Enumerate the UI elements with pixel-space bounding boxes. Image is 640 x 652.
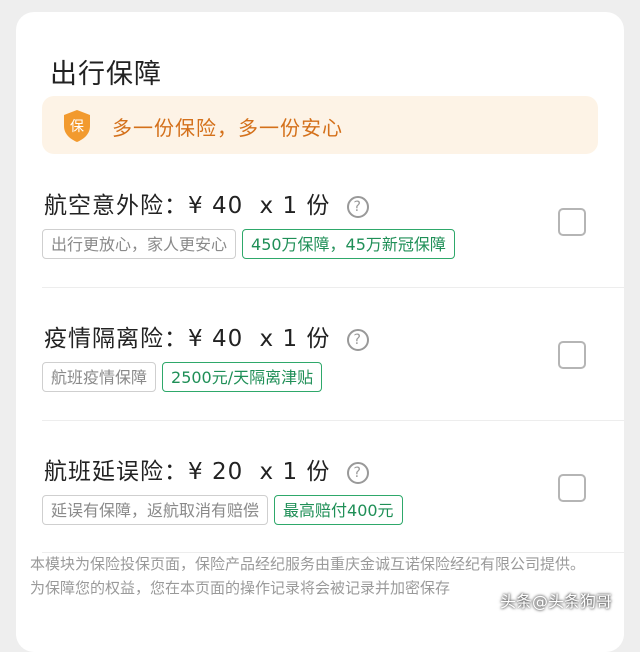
help-icon[interactable]: ? <box>346 329 369 351</box>
tag-highlight: 450万保障，45万新冠保障 <box>242 229 455 259</box>
product-title: 航班延误险：¥ 20 x 1 份 ? <box>44 452 369 486</box>
product-name: 疫情隔离险： <box>44 326 188 352</box>
section-title: 出行保障 <box>50 59 162 90</box>
product-title: 航空意外险：¥ 40 x 1 份 ? <box>44 186 369 220</box>
product-tags: 出行更放心，家人更安心 450万保障，45万新冠保障 <box>42 229 461 259</box>
product-tags: 航班疫情保障 2500元/天隔离津贴 <box>42 362 328 392</box>
product-name: 航空意外险： <box>44 193 188 219</box>
tag-description: 出行更放心，家人更安心 <box>42 229 237 259</box>
product-price: ¥ 40 <box>188 326 244 352</box>
product-quantity: x 1 份 <box>259 326 331 352</box>
product-name: 航班延误险： <box>44 459 188 485</box>
promo-banner: 保 多一份保险，多一份安心 <box>42 96 598 154</box>
banner-text: 多一份保险，多一份安心 <box>112 116 343 140</box>
select-checkbox[interactable] <box>558 341 586 369</box>
insurance-item-quarantine: 疫情隔离险：¥ 40 x 1 份 ? 航班疫情保障 2500元/天隔离津贴 <box>16 319 624 441</box>
tag-description: 航班疫情保障 <box>42 362 157 392</box>
product-title: 疫情隔离险：¥ 40 x 1 份 ? <box>44 319 369 353</box>
watermark: 头条@头条狗哥 <box>500 592 613 611</box>
product-quantity: x 1 份 <box>259 193 331 219</box>
product-price: ¥ 20 <box>188 459 244 485</box>
help-icon[interactable]: ? <box>346 462 369 484</box>
select-checkbox[interactable] <box>558 474 586 502</box>
tag-description: 延误有保障，返航取消有赔偿 <box>42 495 269 525</box>
tag-highlight: 2500元/天隔离津贴 <box>162 362 323 392</box>
divider <box>42 420 624 421</box>
insurance-item-flight-accident: 航空意外险：¥ 40 x 1 份 ? 出行更放心，家人更安心 450万保障，45万… <box>16 186 624 308</box>
help-icon[interactable]: ? <box>346 196 369 218</box>
select-checkbox[interactable] <box>558 208 586 236</box>
product-price: ¥ 40 <box>188 193 244 219</box>
tag-highlight: 最高赔付400元 <box>274 495 403 525</box>
shield-icon-char: 保 <box>70 119 84 135</box>
product-tags: 延误有保障，返航取消有赔偿 最高赔付400元 <box>42 495 409 525</box>
product-quantity: x 1 份 <box>259 459 331 485</box>
shield-icon: 保 <box>64 110 90 142</box>
divider <box>42 287 624 288</box>
